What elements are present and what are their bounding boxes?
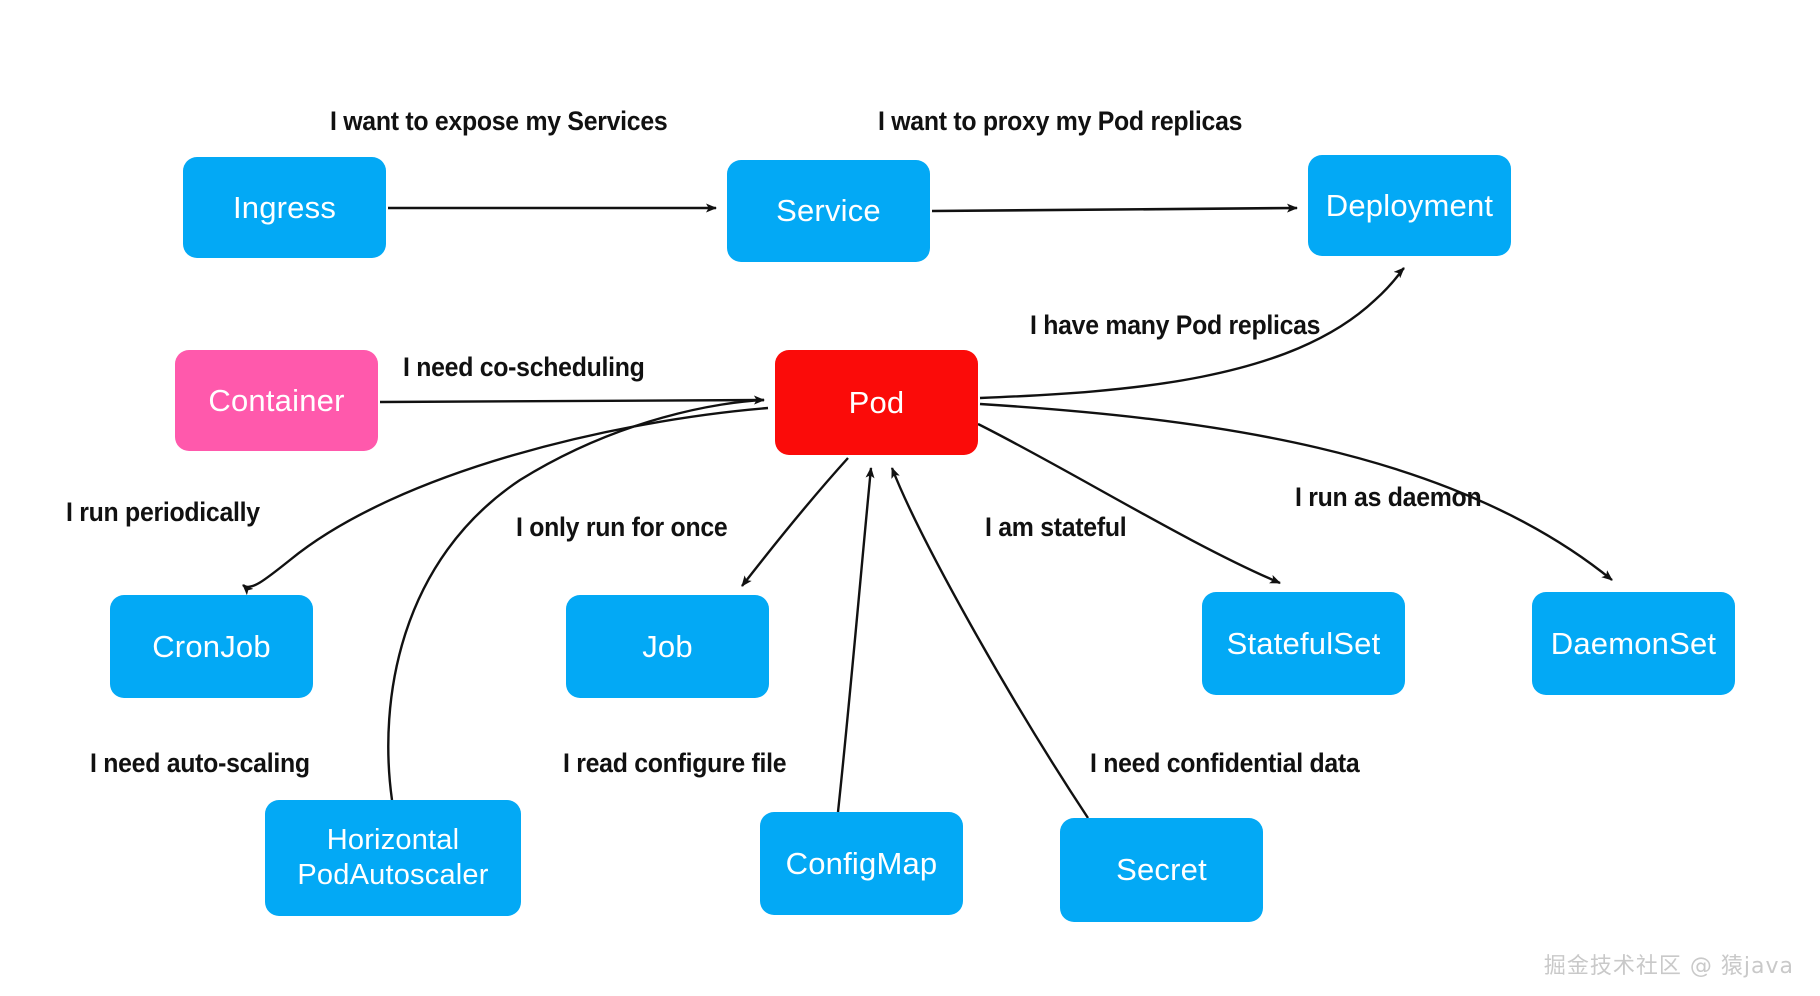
edge-configmap-to-pod [836,467,875,813]
node-statefulset-label: StatefulSet [1226,625,1381,661]
node-horizontalpodautoscaler-label: Horizontal PodAutoscaler [297,823,489,891]
node-container-label: Container [208,382,345,418]
node-daemonset-label: DaemonSet [1550,625,1717,661]
node-cronjob-label: CronJob [152,628,271,664]
node-secret[interactable]: Secret [1060,818,1263,922]
node-cronjob[interactable]: CronJob [110,595,313,698]
edge-label-auto-scaling: I need auto-scaling [90,748,310,778]
node-ingress[interactable]: Ingress [183,157,386,258]
edge-pod-to-statefulset [977,422,1281,585]
node-job-label: Job [642,628,693,664]
edge-label-co-scheduling: I need co-scheduling [403,352,645,382]
edge-container-to-pod [379,395,765,405]
diagram-canvas: Ingress Service Deployment Container Pod… [0,0,1820,996]
edge-label-expose-services: I want to expose my Services [330,106,668,136]
node-pod[interactable]: Pod [775,350,978,455]
edge-label-configure-file: I read configure file [563,748,787,778]
watermark: 掘金技术社区 @ 猿java [1543,954,1794,979]
node-daemonset[interactable]: DaemonSet [1532,592,1735,695]
node-secret-label: Secret [1116,852,1207,888]
node-container[interactable]: Container [175,350,378,451]
node-pod-label: Pod [848,384,905,420]
edge-label-confidential: I need confidential data [1090,748,1360,778]
edge-label-stateful: I am stateful [985,512,1127,542]
node-deployment-label: Deployment [1325,187,1494,223]
node-ingress-label: Ingress [232,189,337,225]
edge-label-run-periodically: I run periodically [66,497,260,527]
node-service[interactable]: Service [727,160,930,262]
node-configmap[interactable]: ConfigMap [760,812,963,915]
node-deployment[interactable]: Deployment [1308,155,1511,256]
node-horizontalpodautoscaler[interactable]: Horizontal PodAutoscaler [265,800,521,916]
edge-label-proxy-replicas: I want to proxy my Pod replicas [878,106,1243,136]
edge-pod-to-job [741,457,849,587]
edge-service-to-deployment [931,203,1298,213]
node-configmap-label: ConfigMap [785,845,938,881]
edge-label-many-replicas: I have many Pod replicas [1030,310,1321,340]
edge-label-run-daemon: I run as daemon [1295,482,1482,512]
edge-label-run-once: I only run for once [516,512,728,542]
node-job[interactable]: Job [566,595,769,698]
node-statefulset[interactable]: StatefulSet [1202,592,1405,695]
node-service-label: Service [776,193,881,229]
